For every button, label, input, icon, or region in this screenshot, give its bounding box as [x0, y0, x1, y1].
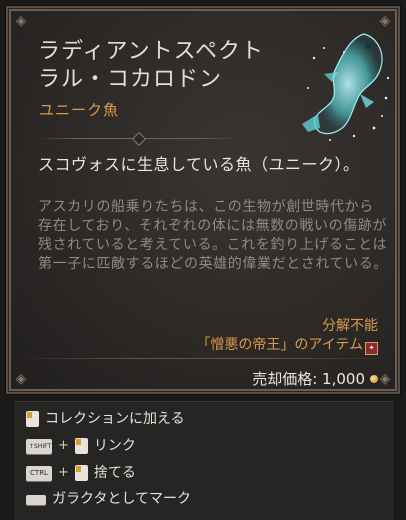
- hint-label: コレクションに加える: [45, 411, 185, 427]
- hint-mark-junk[interactable]: ガラクタとしてマーク: [26, 488, 191, 510]
- item-flavor-text: アスカリの船乗りたちは、この生物が創世時代から存在しており、それぞれの体には無数…: [38, 199, 388, 272]
- left-mouse-icon: [74, 438, 88, 454]
- fish-icon: [302, 33, 390, 141]
- sell-price-label: 売却価格:: [252, 370, 318, 388]
- ctrl-key-icon: CTRL: [26, 465, 52, 481]
- plus-icon: +: [58, 465, 69, 480]
- corner-ornament-icon: ◈: [15, 13, 27, 29]
- corner-ornament-icon: ◈: [15, 371, 27, 387]
- sell-price: 売却価格: 1,000: [252, 368, 378, 389]
- hint-add-to-collection[interactable]: コレクションに加える: [26, 408, 185, 430]
- space-key-icon: [26, 495, 46, 505]
- hint-label: 捨てる: [93, 465, 136, 481]
- gold-coin-icon: [370, 375, 378, 383]
- item-type: ユニーク魚: [39, 101, 120, 119]
- hint-link[interactable]: ↑SHIFT + リンク: [26, 435, 136, 457]
- item-name: ラディアントスペクト ラル・コカロドン: [38, 39, 265, 92]
- salvage-status: 分解不能: [322, 318, 378, 334]
- price-divider: [16, 358, 390, 359]
- hint-label: リンク: [93, 438, 136, 454]
- item-description: スコヴォスに生息している魚（ユニーク）。: [38, 155, 360, 174]
- plus-icon: +: [58, 438, 69, 453]
- item-tooltip: ◈ ◈ ◈ ◈ ラディアントスペクト ラル・コカロドン ユニーク魚 スコヴォスに…: [6, 6, 400, 394]
- set-item-text: 「憎悪の帝王」のアイテム: [196, 337, 363, 353]
- left-mouse-icon: [26, 411, 39, 427]
- hint-label: ガラクタとしてマーク: [52, 491, 192, 507]
- hint-discard[interactable]: CTRL + 捨てる: [26, 462, 136, 484]
- left-mouse-icon: [74, 465, 88, 481]
- section-divider: [38, 131, 238, 147]
- shift-key-icon: ↑SHIFT: [26, 438, 52, 454]
- sell-price-value: 1,000: [322, 370, 365, 388]
- action-hints-panel: コレクションに加える ↑SHIFT + リンク CTRL + 捨てる ガラクタと…: [14, 401, 394, 520]
- set-item-label: 「憎悪の帝王」のアイテム ✦: [196, 334, 378, 355]
- set-item-icon: ✦: [365, 342, 378, 355]
